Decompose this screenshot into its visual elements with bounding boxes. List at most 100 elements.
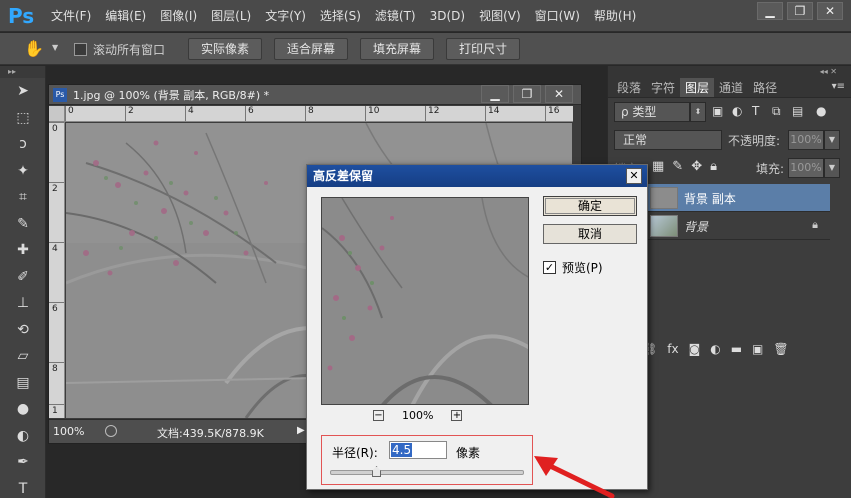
- pixel-filter-icon[interactable]: ▣: [712, 104, 723, 118]
- tab-channels[interactable]: 通道: [714, 78, 748, 97]
- layer-lock-icon: 🔒︎: [812, 218, 818, 231]
- menu-layer[interactable]: 图层(L): [204, 0, 258, 32]
- cancel-button[interactable]: 取消: [543, 224, 637, 244]
- zoom-in-button[interactable]: +: [451, 410, 463, 421]
- doc-restore-button[interactable]: ❐: [513, 85, 541, 103]
- layer-actions-bar: ⛓ fx ◙ ◐ ▬ ▣ 🗑︎: [642, 342, 789, 356]
- add-mask-icon[interactable]: ◙: [689, 342, 701, 356]
- radius-slider-thumb[interactable]: [372, 466, 382, 477]
- filter-toggle-icon[interactable]: ●: [816, 104, 826, 118]
- preview-checkbox[interactable]: ✓ 预览(P): [543, 259, 603, 276]
- photoshop-logo: Ps: [8, 4, 35, 28]
- tab-layers[interactable]: 图层: [680, 78, 715, 97]
- ruler-tick: 6: [49, 302, 64, 314]
- hand-tool-icon[interactable]: ✋: [24, 39, 44, 58]
- type-tool-icon[interactable]: T: [0, 476, 46, 498]
- menu-list: 文件(F) 编辑(E) 图像(I) 图层(L) 文字(Y) 选择(S) 滤镜(T…: [44, 0, 643, 32]
- print-size-button[interactable]: 打印尺寸: [446, 38, 520, 60]
- layer-thumbnail: [650, 215, 678, 237]
- tab-paragraph[interactable]: 段落: [612, 78, 646, 97]
- filter-preview[interactable]: [321, 197, 529, 405]
- fill-input[interactable]: 100%: [788, 158, 824, 178]
- type-filter-icon[interactable]: T: [752, 104, 759, 118]
- document-titlebar[interactable]: Ps 1.jpg @ 100% (背景 副本, RGB/8#) * ▁ ❐ ✕: [49, 85, 581, 105]
- fit-screen-button[interactable]: 适合屏幕: [274, 38, 348, 60]
- healing-brush-tool-icon[interactable]: ✚: [0, 237, 46, 264]
- doc-minimize-button[interactable]: ▁: [481, 85, 509, 103]
- crop-tool-icon[interactable]: ⌗: [0, 184, 46, 211]
- pen-tool-icon[interactable]: ✒: [0, 449, 46, 476]
- shape-filter-icon[interactable]: ⧉: [772, 104, 781, 119]
- adjustment-layer-icon[interactable]: ◐: [710, 342, 720, 356]
- actual-pixels-button[interactable]: 实际像素: [188, 38, 262, 60]
- dialog-title[interactable]: 高反差保留: [307, 165, 647, 187]
- dodge-tool-icon[interactable]: ◐: [0, 423, 46, 450]
- move-tool-icon[interactable]: ➤: [0, 78, 46, 105]
- collapse-icon[interactable]: ▸▸: [0, 66, 45, 78]
- checkbox-checked-icon[interactable]: ✓: [543, 261, 556, 274]
- radius-slider-track[interactable]: [330, 470, 524, 475]
- doc-close-button[interactable]: ✕: [545, 85, 573, 103]
- menu-select[interactable]: 选择(S): [313, 0, 368, 32]
- filter-dropdown-icon[interactable]: ⬍: [690, 102, 706, 122]
- zoom-level[interactable]: 100%: [53, 425, 84, 438]
- opacity-dropdown-icon[interactable]: ▼: [824, 130, 840, 150]
- eyedropper-tool-icon[interactable]: ✎: [0, 211, 46, 238]
- menu-edit[interactable]: 编辑(E): [98, 0, 153, 32]
- menu-filter[interactable]: 滤镜(T): [368, 0, 423, 32]
- lock-position-icon[interactable]: ✥: [691, 159, 702, 174]
- eraser-tool-icon[interactable]: ▱: [0, 343, 46, 370]
- lock-all-icon[interactable]: 🔒︎: [710, 159, 717, 174]
- fill-screen-button[interactable]: 填充屏幕: [360, 38, 434, 60]
- layer-style-icon[interactable]: fx: [667, 342, 678, 356]
- lock-pixels-icon[interactable]: ✎: [672, 159, 683, 174]
- new-group-icon[interactable]: ▬: [731, 342, 742, 356]
- document-title: 1.jpg @ 100% (背景 副本, RGB/8#) *: [73, 88, 270, 102]
- marquee-tool-icon[interactable]: ⬚: [0, 105, 46, 132]
- minimize-button[interactable]: ▁: [757, 2, 783, 20]
- checkbox-icon[interactable]: [74, 43, 87, 56]
- panel-collapse-icon[interactable]: ◂◂ ✕: [608, 66, 851, 78]
- ruler-tick: 6: [245, 106, 254, 121]
- adjustment-filter-icon[interactable]: ◐: [732, 104, 742, 118]
- radius-input[interactable]: 4.5: [389, 441, 447, 459]
- ruler-tick: 4: [185, 106, 194, 121]
- gradient-tool-icon[interactable]: ▤: [0, 370, 46, 397]
- tool-preset-dropdown-icon[interactable]: ▼: [52, 43, 58, 52]
- new-layer-icon[interactable]: ▣: [752, 342, 763, 356]
- clone-stamp-tool-icon[interactable]: ⊥: [0, 290, 46, 317]
- menu-help[interactable]: 帮助(H): [587, 0, 643, 32]
- delete-layer-icon[interactable]: 🗑︎: [773, 342, 788, 356]
- menu-view[interactable]: 视图(V): [472, 0, 528, 32]
- close-button[interactable]: ✕: [817, 2, 843, 20]
- smart-object-filter-icon[interactable]: ▤: [792, 104, 803, 118]
- zoom-out-button[interactable]: −: [373, 410, 384, 421]
- opacity-input[interactable]: 100%: [788, 130, 824, 150]
- menu-3d[interactable]: 3D(D): [423, 0, 472, 32]
- blur-tool-icon[interactable]: ●: [0, 396, 46, 423]
- menu-image[interactable]: 图像(I): [153, 0, 204, 32]
- menu-window[interactable]: 窗口(W): [528, 0, 587, 32]
- history-brush-tool-icon[interactable]: ⟲: [0, 317, 46, 344]
- lasso-tool-icon[interactable]: ↄ: [0, 131, 46, 158]
- panel-menu-icon[interactable]: ▾≡: [832, 81, 845, 92]
- menu-file[interactable]: 文件(F): [44, 0, 98, 32]
- scroll-all-windows-checkbox[interactable]: 滚动所有窗口: [74, 41, 165, 58]
- magic-wand-tool-icon[interactable]: ✦: [0, 158, 46, 185]
- ruler-origin[interactable]: [49, 106, 65, 122]
- status-info-icon[interactable]: [105, 425, 117, 437]
- menu-type[interactable]: 文字(Y): [258, 0, 313, 32]
- blend-mode-select[interactable]: 正常: [614, 130, 722, 150]
- status-menu-arrow-icon[interactable]: ▶: [297, 425, 305, 436]
- lock-transparency-icon[interactable]: ▦: [652, 159, 664, 174]
- fill-dropdown-icon[interactable]: ▼: [824, 158, 840, 178]
- tab-character[interactable]: 字符: [646, 78, 680, 97]
- restore-button[interactable]: ❐: [787, 2, 813, 20]
- radius-label: 半径(R):: [332, 446, 378, 460]
- tab-paths[interactable]: 路径: [748, 78, 782, 97]
- vertical-ruler: 0 2 4 6 8 1: [49, 122, 65, 418]
- brush-tool-icon[interactable]: ✐: [0, 264, 46, 291]
- ok-button[interactable]: 确定: [543, 196, 637, 216]
- dialog-close-button[interactable]: ✕: [626, 168, 642, 184]
- layer-filter-select[interactable]: ρ 类型: [614, 102, 690, 122]
